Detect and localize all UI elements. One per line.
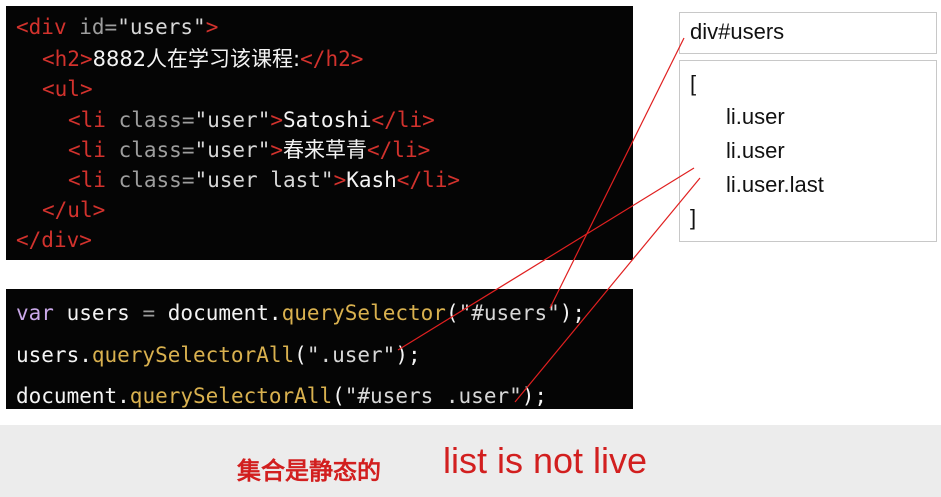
annotation-line-users-query-all	[397, 167, 695, 351]
annotation-line-document-query-all	[514, 177, 701, 403]
annotation-line-div	[549, 37, 685, 309]
caption-chinese: 集合是静态的	[237, 457, 381, 485]
caption-english: list is not live	[443, 440, 648, 481]
annotation-lines	[397, 37, 701, 403]
caption-bar: 集合是静态的 list is not live	[0, 425, 941, 497]
